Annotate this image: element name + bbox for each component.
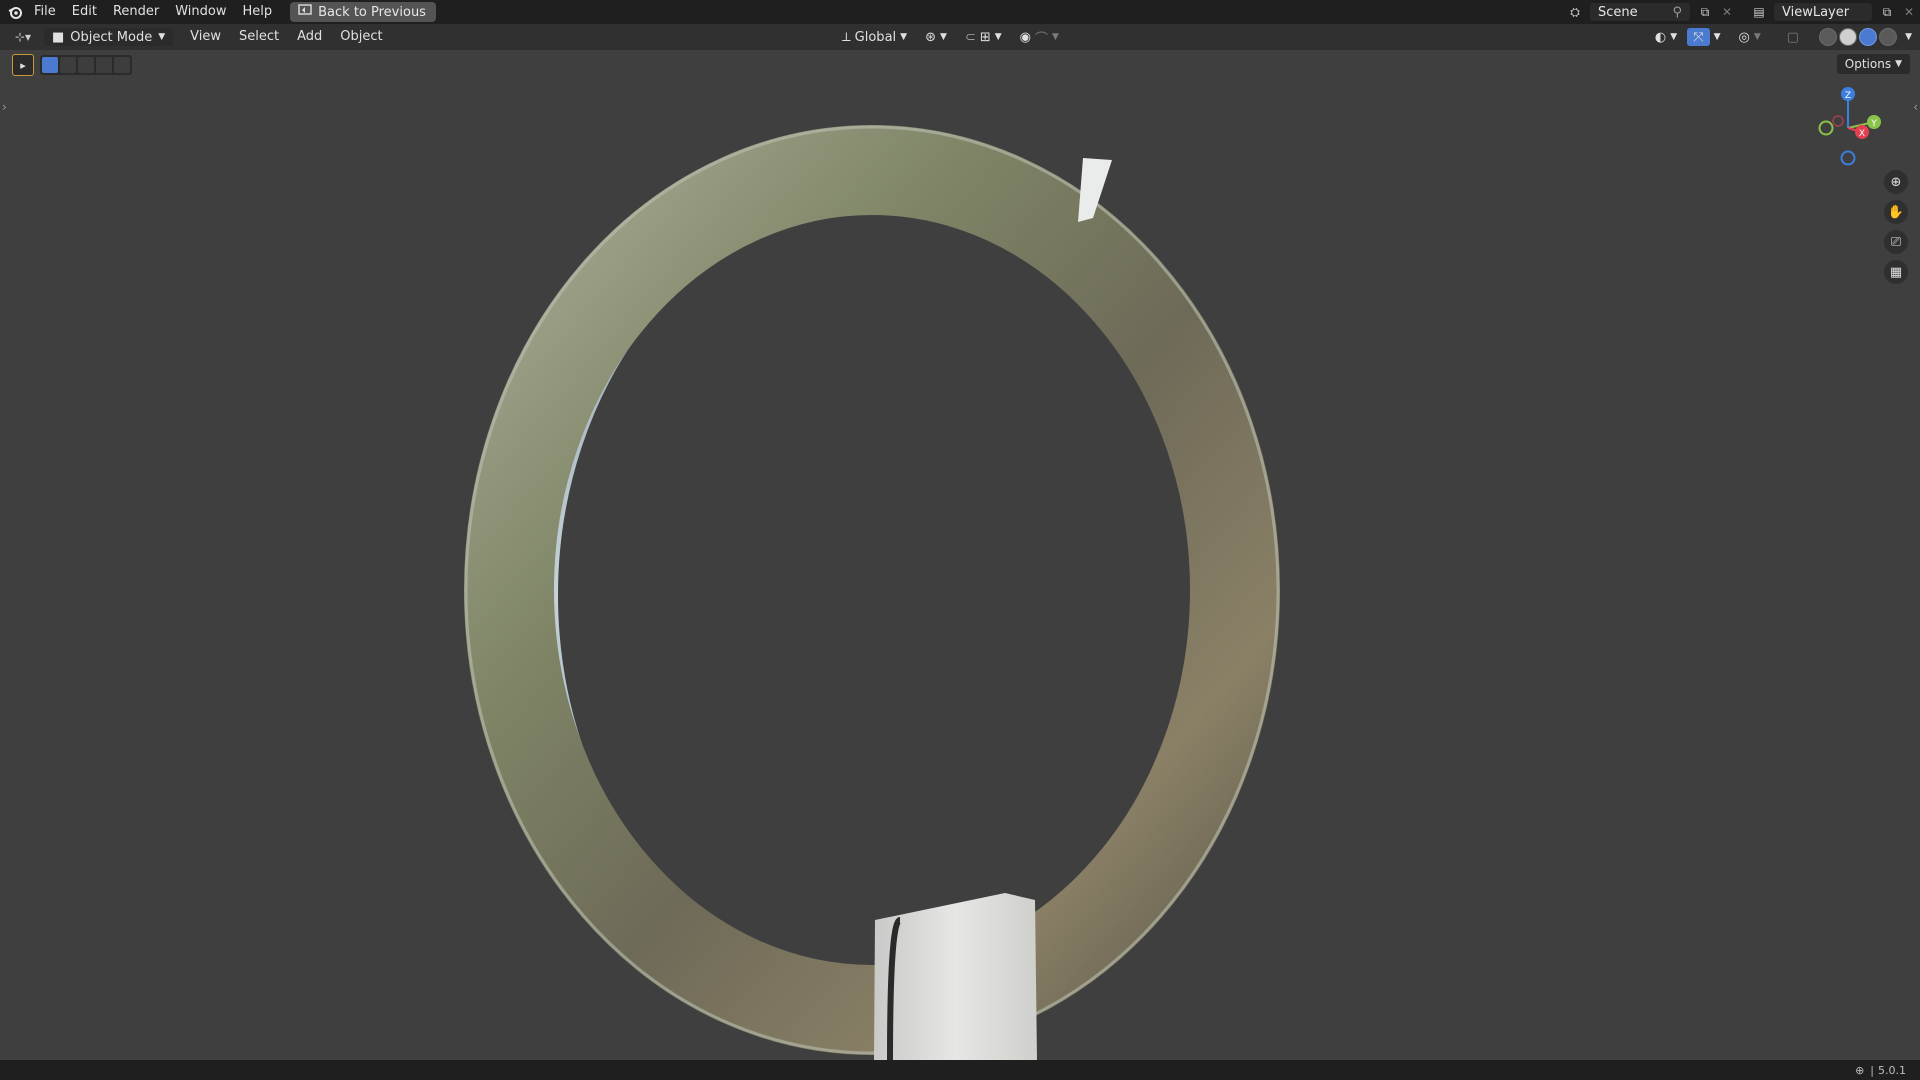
grid-icon[interactable]: ▦ (1884, 260, 1908, 284)
transform-orientation-label: Global (854, 29, 897, 45)
xray-icon: ▢ (1786, 29, 1800, 45)
menu-select[interactable]: Select (230, 24, 288, 50)
gizmo-neg-y-axis[interactable] (1818, 120, 1834, 136)
material-preview-button[interactable] (1859, 28, 1878, 46)
falloff-icon: ⌒ (1034, 31, 1048, 47)
gizmo-chevron-icon[interactable]: ▼ (1714, 32, 1721, 42)
back-to-previous-button[interactable]: Back to Previous (290, 2, 436, 22)
3d-viewport[interactable] (0, 50, 1920, 1060)
hand-icon[interactable]: ✋ (1884, 200, 1908, 224)
editor-type-icon[interactable]: ⊹▾ (8, 28, 38, 46)
shading-group (1819, 28, 1898, 46)
snap-target-icon: ⊞ (979, 29, 991, 45)
snap-dropdown[interactable]: ⊂ ⊞ ▼ (959, 28, 1008, 46)
transform-orientation-icon: ⟂ (842, 29, 851, 45)
wireframe-shading-button[interactable] (1819, 28, 1838, 46)
scene-field[interactable]: Scene ⚲ (1590, 3, 1690, 21)
navigation-gizmo[interactable]: Z Y X (1800, 82, 1890, 172)
new-scene-icon[interactable]: ⧉ (1694, 3, 1716, 21)
gizmo-z-label: Z (1845, 91, 1851, 101)
xray-toggle[interactable]: ▢ (1781, 28, 1805, 46)
snap-icon: ⊂ (964, 29, 976, 45)
toolbar-expand-icon[interactable]: › (2, 100, 7, 114)
menu-view[interactable]: View (181, 24, 230, 50)
view-layer-icon[interactable]: ▤ (1748, 3, 1770, 21)
overlay-dropdown[interactable]: ◎ ▼ (1733, 28, 1767, 46)
overlay-icon: ◎ (1738, 29, 1750, 45)
pin-icon[interactable]: ⚲ (1672, 5, 1682, 20)
gizmo-neg-z-axis[interactable] (1840, 150, 1856, 166)
globe-icon: ⊕ (1855, 1063, 1865, 1077)
top-bar: File Edit Render Window Help Back to Pre… (0, 0, 1920, 24)
object-mode-dropdown[interactable]: ■ Object Mode ▼ (44, 28, 174, 46)
separator: | (1870, 1063, 1874, 1077)
back-to-previous-label: Back to Previous (318, 4, 426, 20)
rendered-shading-button[interactable] (1879, 28, 1898, 46)
chevron-down-icon: ▼ (900, 32, 908, 42)
pivot-dropdown[interactable]: ⊛ ▼ (919, 28, 953, 46)
menu-render[interactable]: Render (105, 0, 167, 24)
gizmo-icon: ⤧ (1693, 29, 1704, 45)
sidebar-expand-icon[interactable]: ‹ (1913, 100, 1918, 114)
view-layer-field[interactable]: ViewLayer (1774, 3, 1872, 21)
pivot-icon: ⊛ (925, 29, 936, 45)
menu-object[interactable]: Object (331, 24, 391, 50)
view-layer-name: ViewLayer (1782, 4, 1850, 20)
shading-chevron-icon[interactable]: ▼ (1905, 32, 1912, 42)
menu-help[interactable]: Help (235, 0, 281, 24)
blender-logo-icon[interactable] (4, 3, 26, 21)
screen-icon (298, 4, 312, 20)
status-bar: ⊕ | 5.0.1 (0, 1060, 1920, 1080)
proportional-edit-dropdown[interactable]: ◉ ⌒ ▼ (1014, 28, 1065, 47)
menu-window[interactable]: Window (167, 0, 234, 24)
scene-name: Scene (1598, 4, 1638, 20)
gizmo-y-label: Y (1870, 119, 1877, 129)
camera-icon[interactable]: ⎚ (1884, 230, 1908, 254)
menu-add[interactable]: Add (288, 24, 331, 50)
solid-shading-button[interactable] (1839, 28, 1858, 46)
version-label: 5.0.1 (1878, 1063, 1906, 1077)
visibility-dropdown[interactable]: ◐ ▼ (1649, 28, 1683, 46)
remove-view-layer-icon[interactable]: ✕ (1898, 3, 1920, 21)
scene-icon[interactable]: ⛭ (1564, 3, 1586, 21)
proportional-edit-icon: ◉ (1019, 29, 1031, 45)
visibility-icon: ◐ (1654, 29, 1667, 45)
menu-edit[interactable]: Edit (64, 0, 105, 24)
object-mode-label: Object Mode (70, 29, 153, 45)
zoom-icon[interactable]: ⊕ (1884, 170, 1908, 194)
gizmo-dropdown[interactable]: ⤧ (1687, 28, 1710, 46)
object-mode-icon: ■ (52, 29, 65, 45)
gizmo-neg-x-axis[interactable] (1832, 115, 1844, 127)
viewport-header: ⊹▾ ■ Object Mode ▼ View Select Add Objec… (0, 24, 1920, 50)
chevron-down-icon: ▼ (158, 32, 166, 42)
new-view-layer-icon[interactable]: ⧉ (1876, 3, 1898, 21)
remove-scene-icon[interactable]: ✕ (1716, 3, 1738, 21)
transform-orientation-dropdown[interactable]: ⟂ Global ▼ (836, 28, 913, 46)
ring-face (464, 125, 1280, 1055)
menu-file[interactable]: File (26, 0, 64, 24)
gizmo-x-label: X (1859, 129, 1865, 139)
